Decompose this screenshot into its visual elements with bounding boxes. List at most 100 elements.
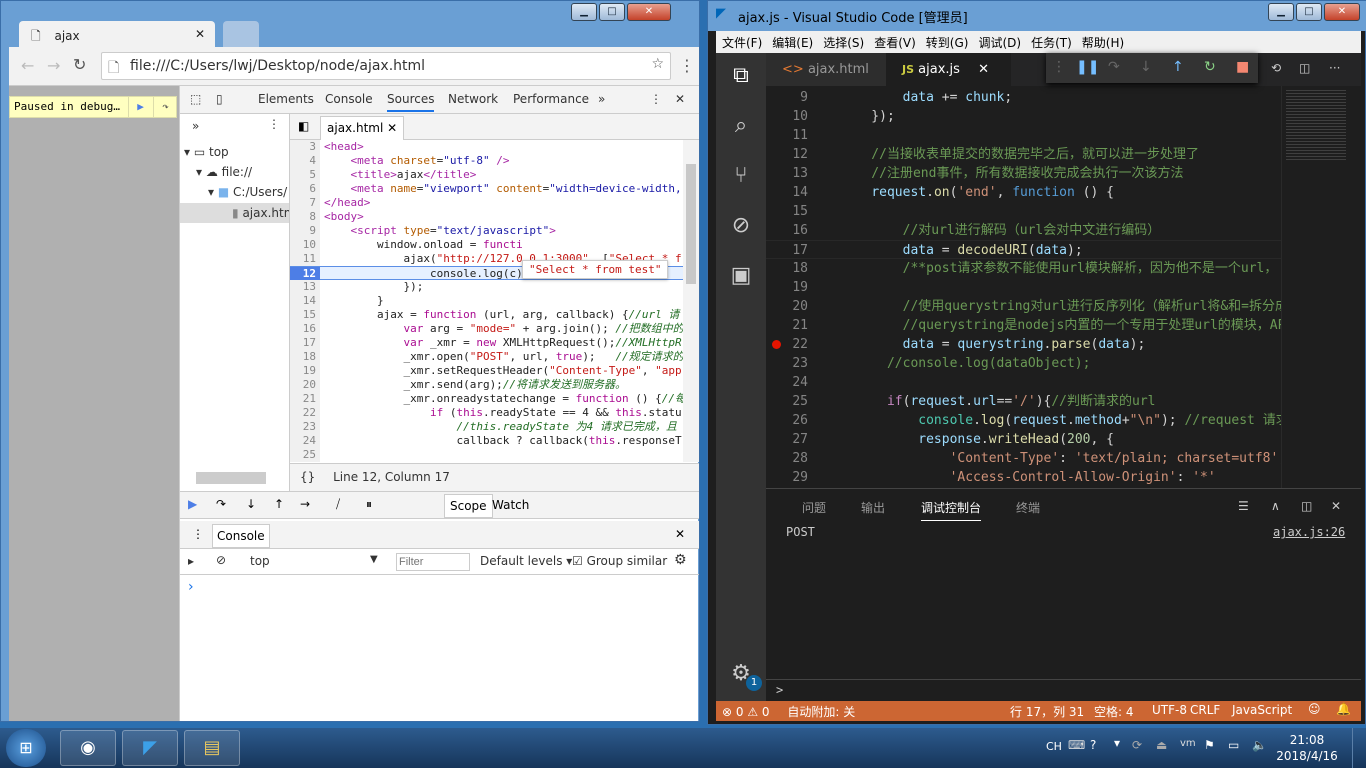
drawer-tab-console[interactable]: Console <box>212 524 270 548</box>
clear-console-icon[interactable]: ⊘ <box>216 553 226 567</box>
show-desktop-button[interactable] <box>1352 728 1366 768</box>
menu-item[interactable]: 调试(D) <box>978 36 1021 50</box>
tree-item-folder[interactable]: ▾ ■ C:/Users/ <box>208 185 288 199</box>
line-number[interactable]: 14 <box>290 294 320 308</box>
group-similar-checkbox[interactable]: ☑ Group similar <box>572 554 667 568</box>
code-line[interactable]: 29 'Access-Control-Allow-Origin': '*' <box>766 468 1281 487</box>
code-line[interactable]: 6 <meta name="viewport" content="width=d… <box>290 182 683 196</box>
code-line[interactable]: 23 //this.readyState 为4 请求已完成，且 <box>290 420 683 434</box>
browser-tab[interactable]: 🗋 ajax ✕ <box>19 21 215 47</box>
line-number[interactable]: 7 <box>290 196 320 210</box>
pretty-print-button[interactable]: {} <box>300 470 315 484</box>
code-line[interactable]: 20 //使用querystring对url进行反序列化（解析url将&和=拆分… <box>766 297 1281 316</box>
menu-item[interactable]: 任务(T) <box>1031 36 1072 50</box>
devtools-menu-icon[interactable]: ⋮ <box>650 92 662 106</box>
tab-sources[interactable]: Sources <box>387 92 435 112</box>
toggle-panel-icon[interactable]: ◫ <box>1301 499 1312 513</box>
language-mode[interactable]: JavaScript <box>1232 703 1292 717</box>
clear-console-icon[interactable]: ☰ <box>1238 499 1249 513</box>
code-line[interactable]: 5 <title>ajax</title> <box>290 168 683 182</box>
code-line[interactable]: 24 callback ? callback(this.responseT <box>290 434 683 448</box>
explorer-icon[interactable]: ⧉ <box>728 63 754 89</box>
code-line[interactable]: 21 //querystring是nodejs内置的一个专用于处理url的模块，… <box>766 316 1281 335</box>
close-icon[interactable]: ✕ <box>978 62 989 77</box>
tab-ajax-html[interactable]: <> ajax.html <box>766 53 886 86</box>
volume-icon[interactable]: 🔈 <box>1252 738 1267 752</box>
gear-icon[interactable]: ⚙ <box>674 552 687 568</box>
tray-app-icon[interactable]: ⟳ <box>1132 738 1142 752</box>
code-line[interactable]: 22 data = querystring.parse(data); <box>766 335 1281 354</box>
close-panel-icon[interactable]: ✕ <box>1331 499 1341 513</box>
tab-performance[interactable]: Performance <box>513 92 589 106</box>
console-prompt[interactable]: › <box>188 579 194 595</box>
close-icon[interactable]: ✕ <box>387 121 397 135</box>
tab-close-icon[interactable]: ✕ <box>195 27 205 41</box>
code-editor[interactable]: 9 data += chunk; 10 }); 11 12 //当接收表单提交的数据完… <box>766 86 1281 488</box>
taskbar-vscode[interactable]: ◤ <box>122 730 178 766</box>
code-line[interactable]: 14 request.on('end', function () { <box>766 183 1281 202</box>
code-line[interactable]: 15 ajax = function (url, arg, callback) … <box>290 308 683 322</box>
debug-console-input[interactable]: > <box>766 679 1361 701</box>
breakpoint-icon[interactable] <box>772 340 781 349</box>
deactivate-breakpoints-icon[interactable]: ⧸ <box>336 497 340 512</box>
reload-icon[interactable]: ↻ <box>73 55 86 74</box>
tab-ajax-js[interactable]: JS ajax.js ✕ <box>886 53 1011 86</box>
code-line[interactable]: 17 var _xmr = new XMLHttpRequest();//XML… <box>290 336 683 350</box>
new-tab-button[interactable] <box>223 21 259 47</box>
levels-select[interactable]: Default levels ▾ <box>480 554 572 568</box>
tab-elements[interactable]: Elements <box>258 92 314 106</box>
line-number[interactable]: 18 <box>290 350 320 364</box>
taskbar-explorer[interactable]: ▤ <box>184 730 240 766</box>
maximize-panel-icon[interactable]: ∧ <box>1271 499 1280 513</box>
line-number[interactable]: 15 <box>290 308 320 322</box>
line-number[interactable]: 9 <box>290 224 320 238</box>
pause-on-exceptions-icon[interactable]: ⏸ <box>366 497 372 512</box>
navigator-menu-icon[interactable]: ⋮ <box>268 117 280 131</box>
code-line[interactable]: 16 var arg = "mode=" + arg.join(); //把数组… <box>290 322 683 336</box>
code-line[interactable]: 4 <meta charset="utf-8" /> <box>290 154 683 168</box>
line-number[interactable]: 5 <box>290 168 320 182</box>
code-line[interactable]: 25 <box>290 448 683 462</box>
maximize-button[interactable]: □ <box>1296 3 1322 21</box>
network-icon[interactable]: ▭ <box>1228 738 1239 752</box>
flag-icon[interactable]: ⚑ <box>1204 738 1215 752</box>
vmware-icon[interactable]: vm <box>1180 738 1196 749</box>
restart-icon[interactable]: ↻ <box>1204 59 1216 75</box>
tree-item-file[interactable]: ▾ ☁ file:// <box>196 165 252 179</box>
tree-item-ajax-html[interactable]: ▮ ajax.htm <box>180 203 289 223</box>
code-line[interactable]: 15 <box>766 202 1281 221</box>
code-line[interactable]: 23 //console.log(dataObject); <box>766 354 1281 373</box>
line-number[interactable]: 22 <box>290 406 320 420</box>
address-bar[interactable]: 🗋 file:///C:/Users/lwj/Desktop/node/ajax… <box>101 52 671 80</box>
show-hidden-icons[interactable]: ▾ <box>1114 736 1120 750</box>
line-number[interactable]: 21 <box>290 392 320 406</box>
navigator-more-button[interactable]: » <box>192 119 199 133</box>
inspect-icon[interactable]: ⬚ <box>190 92 201 106</box>
context-select[interactable]: top <box>250 554 270 568</box>
minimize-button[interactable]: ▁ <box>1268 3 1294 21</box>
code-line[interactable]: 9 data += chunk; <box>766 88 1281 107</box>
indentation[interactable]: 空格: 4 <box>1094 703 1134 720</box>
help-icon[interactable]: ? <box>1090 738 1096 752</box>
code-line[interactable]: 21 _xmr.onreadystatechange = function ()… <box>290 392 683 406</box>
line-number[interactable]: 16 <box>290 322 320 336</box>
line-number[interactable]: 19 <box>290 364 320 378</box>
code-line[interactable]: 18 _xmr.open("POST", url, true); //规定请求的 <box>290 350 683 364</box>
cursor-position[interactable]: 行 17，列 31 <box>1010 703 1084 720</box>
line-number[interactable]: 24 <box>290 434 320 448</box>
line-number[interactable]: 10 <box>290 238 320 252</box>
problems-status[interactable]: ⊗ 0 ⚠ 0 <box>722 705 770 719</box>
editor-vscrollbar[interactable] <box>683 140 699 462</box>
code-line[interactable]: 27 response.writeHead(200, { <box>766 430 1281 449</box>
usb-icon[interactable]: ⏏ <box>1156 738 1167 752</box>
step-out-icon[interactable]: ↑ <box>1172 59 1184 75</box>
line-number[interactable]: 12 <box>290 267 320 281</box>
line-number[interactable]: 11 <box>290 252 320 266</box>
code-line[interactable]: 18 /**post请求参数不能使用url模块解析，因为他不是一个url， <box>766 259 1281 278</box>
code-line[interactable]: 19 <box>766 278 1281 297</box>
step-over-icon[interactable]: ↷ <box>216 497 226 511</box>
line-number[interactable]: 20 <box>290 378 320 392</box>
panel-tab-debug-console[interactable]: 调试控制台 <box>921 499 982 521</box>
panel-tab-output[interactable]: 输出 <box>861 499 885 516</box>
sidebar-toggle-icon[interactable]: ▸ <box>188 554 194 568</box>
